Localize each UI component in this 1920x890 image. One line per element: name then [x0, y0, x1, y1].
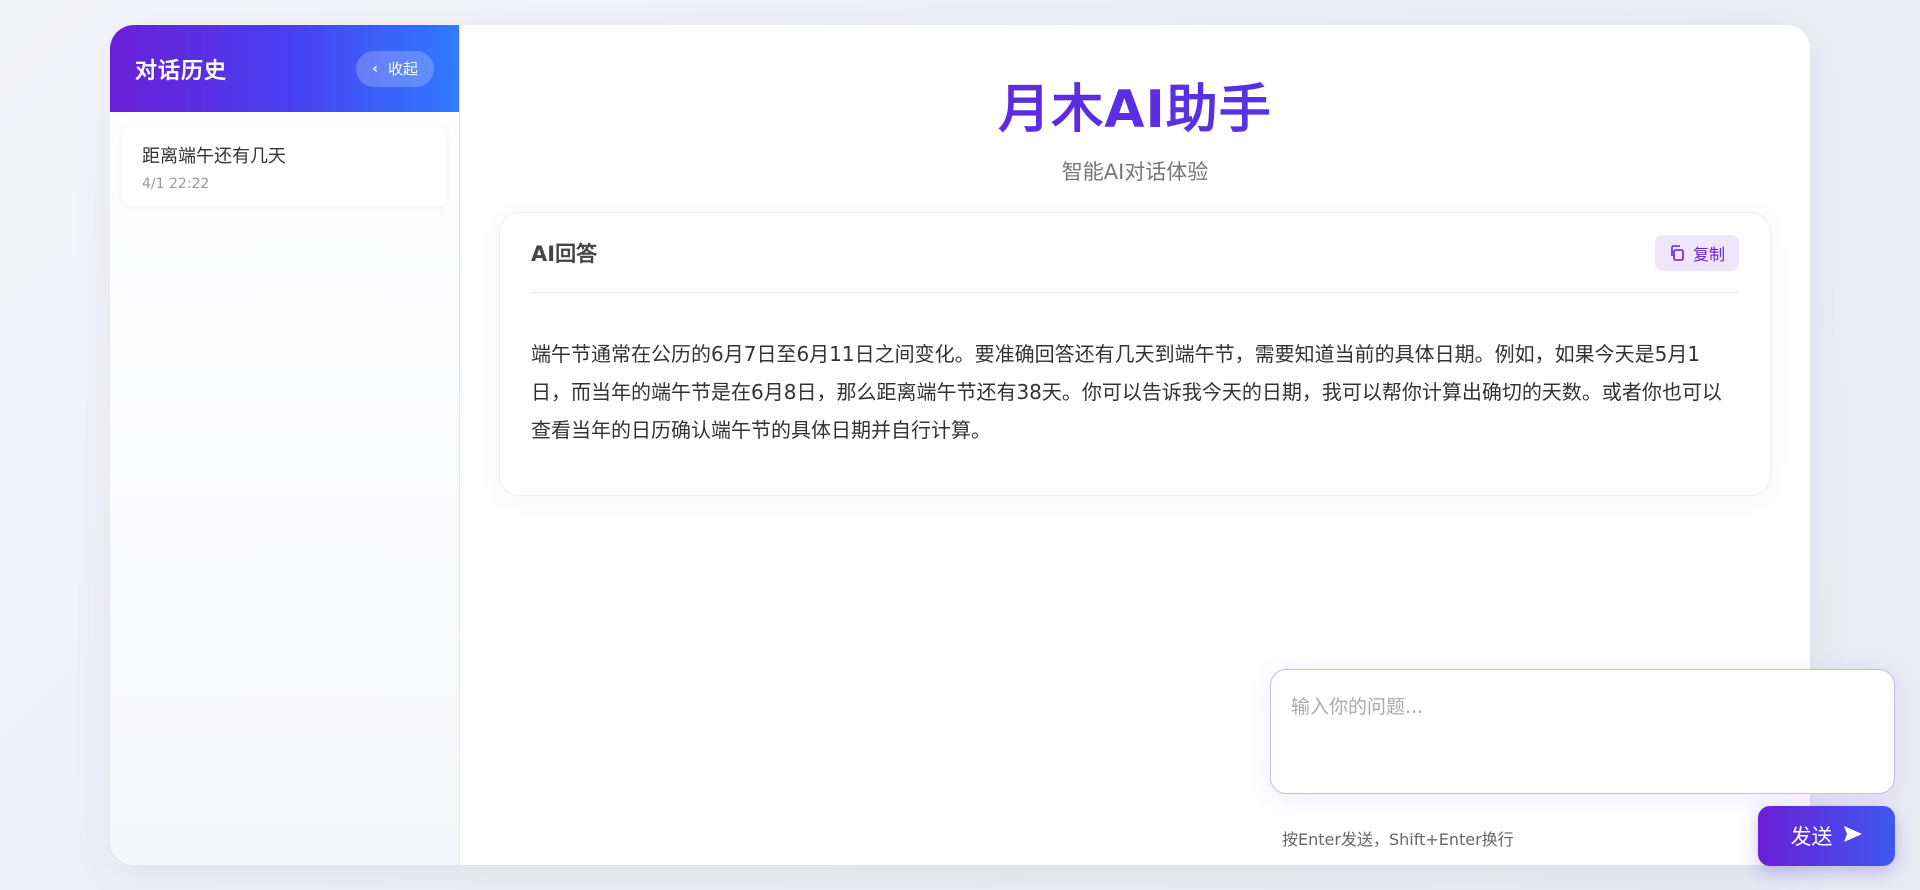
- sidebar-title: 对话历史: [135, 58, 228, 84]
- send-label: 发送: [1790, 825, 1833, 849]
- app-title: 月木AI助手: [460, 67, 1810, 142]
- answer-label: AI回答: [531, 241, 598, 266]
- answer-card: AI回答 复制 端午节通常在公历的6月7日至6月11日之间变化。要准确回答还有几…: [499, 212, 1771, 496]
- history-item-time: 4/1 22:22: [142, 176, 210, 192]
- app-subtitle: 智能AI对话体验: [1061, 160, 1209, 184]
- chevron-left-icon: ‹: [372, 60, 378, 77]
- history-item-title: 距离端午还有几天: [142, 146, 286, 167]
- input-hint: 按Enter发送，Shift+Enter换行: [1282, 830, 1514, 849]
- sidebar: 对话历史 ‹ 收起 距离端午还有几天 4/1 22:22: [110, 25, 460, 865]
- history-item[interactable]: 距离端午还有几天 4/1 22:22: [122, 126, 447, 206]
- collapse-button[interactable]: ‹ 收起: [356, 50, 434, 87]
- sidebar-header: 对话历史 ‹ 收起: [110, 25, 459, 112]
- copy-icon: [1669, 244, 1685, 261]
- history-list: 距离端午还有几天 4/1 22:22: [110, 112, 459, 220]
- collapse-label: 收起: [387, 60, 418, 78]
- answer-text: 端午节通常在公历的6月7日至6月11日之间变化。要准确回答还有几天到端午节，需要…: [531, 342, 1722, 442]
- question-input-box: [1270, 669, 1895, 794]
- copy-button[interactable]: 复制: [1654, 234, 1739, 271]
- question-input[interactable]: [1271, 670, 1894, 793]
- send-icon: [1843, 824, 1863, 848]
- answer-header: AI回答 复制: [531, 213, 1739, 293]
- send-button[interactable]: 发送: [1758, 806, 1895, 866]
- copy-label: 复制: [1692, 244, 1725, 264]
